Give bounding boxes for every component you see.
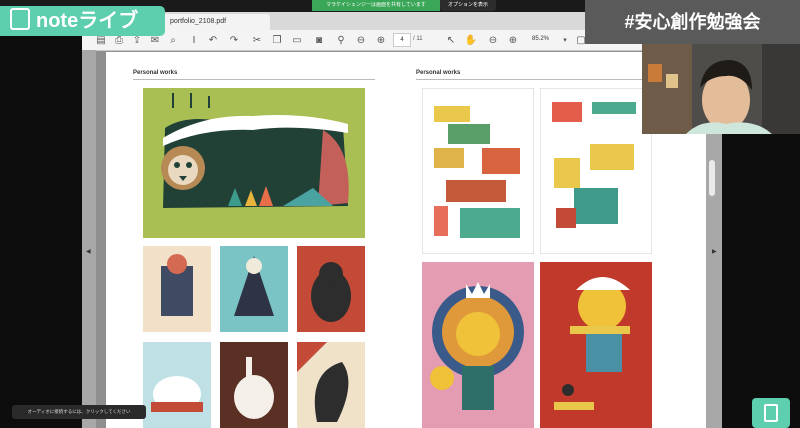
zoom-in-icon[interactable]: ⊕ [506, 33, 520, 47]
copy-icon[interactable]: ❐ [270, 33, 284, 47]
audio-connect-caption[interactable]: オーディオに接続するには、クリックしてください [12, 405, 146, 419]
right-section-rule [416, 79, 658, 80]
bear-illustration [143, 88, 365, 238]
left-section-rule [133, 79, 375, 80]
paste-icon[interactable]: ▭ [290, 33, 304, 47]
lion-king-illustration [422, 262, 534, 428]
rabbit-card [220, 342, 288, 428]
next-page-icon[interactable]: ⊕ [374, 33, 388, 47]
page-total: / 11 [413, 36, 423, 42]
prev-page-icon[interactable]: ⊖ [354, 33, 368, 47]
note-corner-logo [752, 398, 790, 428]
hashtag-banner: #安心創作勉強会 [585, 0, 800, 44]
left-page-margin [82, 50, 96, 428]
zoom-out-icon[interactable]: ⊖ [486, 33, 500, 47]
penguin-card [220, 246, 288, 332]
note-logo-icon [10, 8, 30, 30]
cut-icon[interactable]: ✂ [250, 33, 264, 47]
text-select-icon[interactable]: Ⅰ [187, 33, 201, 47]
presenter-video [642, 44, 800, 134]
left-section-title: Personal works [133, 70, 178, 76]
page-number-input[interactable]: 4 [393, 33, 411, 47]
screenshare-banner: マラケイシェンジーは画面を共有しています [312, 0, 440, 11]
note-live-logo: noteライブ [0, 6, 165, 36]
show-options-button[interactable]: オプションを表示 [440, 0, 496, 11]
snapshot-icon[interactable]: ◙ [312, 33, 326, 47]
hand-tool-icon[interactable]: ✋ [464, 33, 478, 47]
collapse-right-icon[interactable]: ▶ [712, 248, 717, 255]
goat-card [143, 246, 211, 332]
squirrel-card [297, 342, 365, 428]
animals-alphabet-card [422, 88, 534, 254]
undo-icon[interactable]: ↶ [206, 33, 220, 47]
right-section-title: Personal works [416, 70, 461, 76]
animals-alphabet-card-2 [540, 88, 652, 254]
select-tool-icon[interactable]: ↖ [444, 33, 458, 47]
find-icon[interactable]: ⚲ [334, 33, 348, 47]
winter-cat-illustration [540, 262, 652, 428]
redo-icon[interactable]: ↷ [227, 33, 241, 47]
polar-bear-card [143, 342, 211, 428]
seal-card [297, 246, 365, 332]
zoom-level[interactable]: 85.2% [532, 33, 558, 45]
collapse-left-icon[interactable]: ◀ [86, 248, 91, 255]
zoom-search-icon[interactable]: ⌕ [166, 33, 180, 47]
note-corner-icon [764, 404, 778, 422]
presenter-webcam [642, 44, 800, 134]
zoom-dropdown-icon[interactable]: ▾ [558, 33, 572, 47]
vertical-scrollbar-thumb[interactable] [709, 160, 715, 196]
document-tab[interactable]: portfolio_2108.pdf [160, 14, 270, 30]
logo-text: noteライブ [36, 10, 139, 32]
